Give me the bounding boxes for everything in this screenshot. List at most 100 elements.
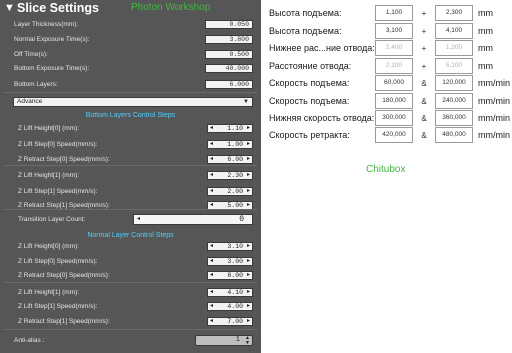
chitubox-value-input-b[interactable]: 5,100 [435,58,473,74]
z-step-stepper[interactable]: ◂ 2.00 ▸ [207,187,253,196]
z-step-stepper[interactable]: ◂ 3.10 ▸ [207,242,253,251]
z-step-row: Z Retract Step[1] Speed(mm/s): ◂ 7.00 ▸ [0,316,261,327]
chitubox-setting-label: Скорость ретракта: [269,130,350,140]
divider-line [4,209,257,210]
z-step-row: Z Lift Step[1] Speed(mm/s): ◂ 4.00 ▸ [0,301,261,312]
increment-arrow-icon[interactable]: ▸ [247,258,250,265]
z-step-value: 2.30 [227,172,243,179]
collapse-triangle-icon[interactable]: ▼ [4,2,15,14]
chitubox-value-input-a[interactable]: 60,000 [375,75,413,91]
decrement-arrow-icon[interactable]: ◂ [210,243,213,250]
z-step-stepper[interactable]: ◂ 4.00 ▸ [207,302,253,311]
increment-arrow-icon[interactable]: ▸ [247,188,250,195]
z-step-stepper[interactable]: ◂ 1.10 ▸ [207,124,253,133]
z-step-label: Z Lift Step[0] Speed(mm/s): [18,141,98,148]
z-step-row: Z Lift Height[0] (mm): ◂ 1.10 ▸ [0,123,261,134]
z-step-label: Z Lift Height[0] (mm): [18,125,80,132]
setting-value-input[interactable]: 0.500 [205,50,253,59]
setting-row: Normal Exposure Time(s): 3.800 [0,34,261,45]
anti-alias-select[interactable]: 1 ▲ ▼ [195,335,253,346]
slice-settings-header[interactable]: ▼ Slice Settings Photon Workshop [0,0,261,16]
z-step-stepper[interactable]: ◂ 6.00 ▸ [207,155,253,164]
setting-row: Layer Thickness(mm): 0.050 [0,19,261,30]
decrement-arrow-icon[interactable]: ◂ [210,303,213,310]
normal-layers-section-title: Normal Layer Control Steps [87,232,174,239]
z-step-value: 7.00 [227,318,243,325]
chitubox-unit: mm/min [478,78,510,88]
mode-dropdown[interactable]: Advance ▼ [13,97,253,107]
decrement-arrow-icon[interactable]: ◂ [210,188,213,195]
increment-arrow-icon[interactable]: ▸ [247,172,250,179]
anti-alias-label: Anti-alias : [14,337,45,344]
chitubox-value-input-b[interactable]: 2,300 [435,5,473,21]
z-step-value: 1.10 [227,125,243,132]
z-step-label: Z Retract Step[0] Speed(mm/s): [18,272,110,279]
setting-value-input[interactable]: 40.000 [205,64,253,73]
z-step-stepper[interactable]: ◂ 4.10 ▸ [207,288,253,297]
chitubox-value-input-a[interactable]: 300,000 [375,110,413,126]
chitubox-value-input-a[interactable]: 180,000 [375,93,413,109]
increment-arrow-icon[interactable]: ▸ [247,202,250,209]
transition-layer-label: Transition Layer Count: [18,216,86,223]
chitubox-unit: mm [478,61,493,71]
z-step-stepper[interactable]: ◂ 2.30 ▸ [207,171,253,180]
decrement-arrow-icon[interactable]: ◂ [210,156,213,163]
chitubox-unit: mm/min [478,130,510,140]
increment-arrow-icon[interactable]: ▸ [247,318,250,325]
divider-line [4,92,257,93]
decrement-arrow-icon[interactable]: ◂ [210,172,213,179]
decrement-arrow-icon[interactable]: ◂ [210,318,213,325]
increment-arrow-icon[interactable]: ▸ [247,289,250,296]
z-step-stepper[interactable]: ◂ 7.00 ▸ [207,317,253,326]
chitubox-value-input-b[interactable]: 4,100 [435,23,473,39]
anti-alias-value: 1 [235,336,240,344]
increment-arrow-icon[interactable]: ▸ [247,243,250,250]
decrement-arrow-icon[interactable]: ◂ [210,289,213,296]
decrement-arrow-icon[interactable]: ◂ [210,202,213,209]
chitubox-setting-label: Нижняя скорость отвода: [269,113,375,123]
chitubox-setting-row: Скорость подъема: 60,000 & 120,000 mm/min [269,75,512,93]
setting-label: Off Time(s): [14,51,48,58]
chitubox-value-input-a[interactable]: 3,100 [375,23,413,39]
z-step-value: 4.10 [227,289,243,296]
chitubox-value-input-b[interactable]: 360,000 [435,110,473,126]
chitubox-unit: mm [478,26,493,36]
setting-value-input[interactable]: 6.000 [205,80,253,89]
decrement-arrow-icon[interactable]: ◂ [210,141,213,148]
setting-label: Normal Exposure Time(s): [14,36,90,43]
chitubox-value-input-a[interactable]: 2,100 [375,58,413,74]
increment-arrow-icon[interactable]: ▸ [247,156,250,163]
chitubox-value-input-a[interactable]: 420,000 [375,127,413,143]
z-step-stepper[interactable]: ◂ 3.00 ▸ [207,257,253,266]
chitubox-separator: + [421,9,427,18]
z-step-row: Z Lift Height[1] (mm): ◂ 4.10 ▸ [0,287,261,298]
z-step-row: Z Retract Step[0] Speed(mm/s): ◂ 6.00 ▸ [0,154,261,165]
chitubox-setting-label: Нижнее рас...ние отвода: [269,43,375,53]
mode-dropdown-value: Advance [17,98,43,105]
z-step-label: Z Lift Step[1] Speed(mm/s): [18,188,98,195]
z-step-label: Z Lift Height[0] (mm): [18,243,80,250]
spinner-arrows-icon[interactable]: ▲ ▼ [245,336,250,346]
z-step-row: Z Retract Step[0] Speed(mm/s): ◂ 8.00 ▸ [0,270,261,281]
z-step-stepper[interactable]: ◂ 8.00 ▸ [207,271,253,280]
setting-value-input[interactable]: 3.800 [205,35,253,44]
chitubox-value-input-a[interactable]: 2,400 [375,40,413,56]
z-step-row: Z Lift Step[0] Speed(mm/s): ◂ 1.00 ▸ [0,139,261,150]
chitubox-value-input-b[interactable]: 240,000 [435,93,473,109]
transition-layer-count-input[interactable]: ◂ 0 [133,214,253,225]
increment-arrow-icon[interactable]: ▸ [247,303,250,310]
decrement-arrow-icon[interactable]: ◂ [210,125,213,132]
chitubox-value-input-b[interactable]: 480,000 [435,127,473,143]
chitubox-value-input-b[interactable]: 1,200 [435,40,473,56]
chitubox-value-input-a[interactable]: 1,100 [375,5,413,21]
z-step-stepper[interactable]: ◂ 1.00 ▸ [207,140,253,149]
decrement-arrow-icon[interactable]: ◂ [210,258,213,265]
z-step-label: Z Lift Height[1] (mm): [18,289,80,296]
decrement-arrow-icon[interactable]: ◂ [210,272,213,279]
decrement-arrow-icon[interactable]: ◂ [137,215,140,224]
increment-arrow-icon[interactable]: ▸ [247,272,250,279]
increment-arrow-icon[interactable]: ▸ [247,125,250,132]
increment-arrow-icon[interactable]: ▸ [247,141,250,148]
chitubox-value-input-b[interactable]: 120,000 [435,75,473,91]
setting-value-input[interactable]: 0.050 [205,20,253,29]
